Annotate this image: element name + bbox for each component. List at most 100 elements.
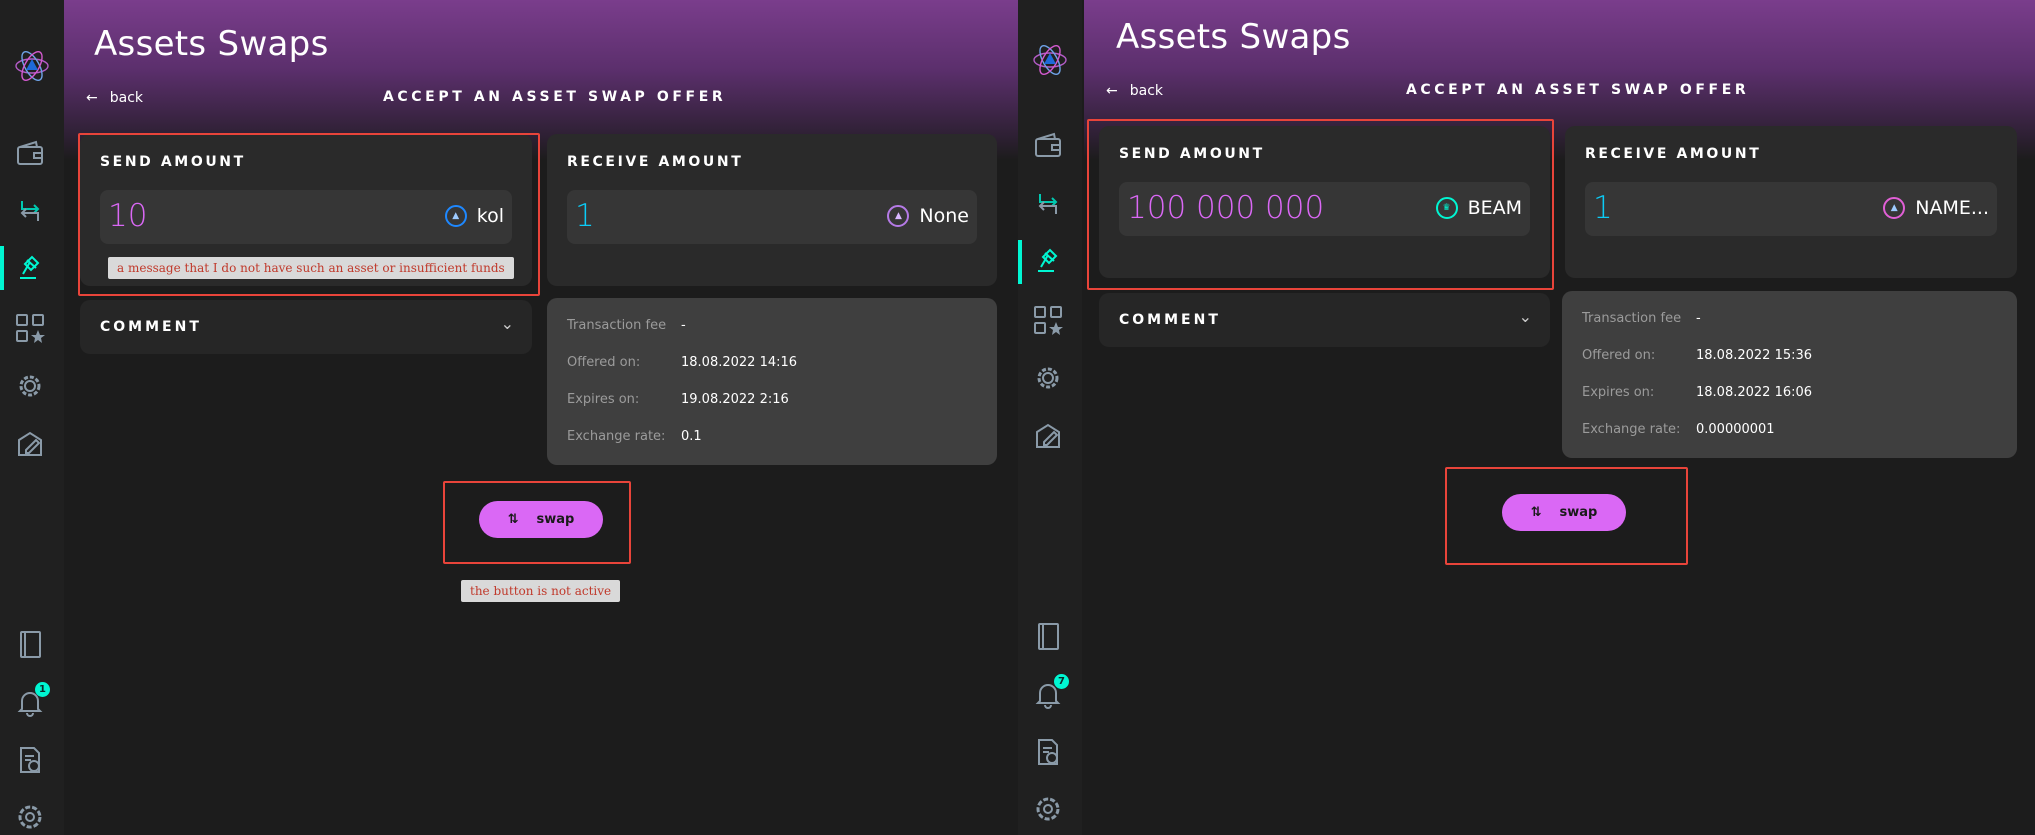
send-asset-selector[interactable]: ▲ kol [444,205,504,227]
section-title: ACCEPT AN ASSET SWAP OFFER [1406,82,1750,98]
offered-value: 18.08.2022 15:36 [1696,348,1813,363]
comment-label: COMMENT [1119,312,1221,328]
expires-on-row: Expires on: 18.08.2022 16:06 [1582,385,1812,400]
section-title: ACCEPT AN ASSET SWAP OFFER [383,89,727,105]
address-book-icon[interactable] [1032,620,1064,652]
wallet-icon[interactable] [14,138,46,170]
comment-section[interactable]: COMMENT ⌄ [1099,293,1550,347]
offered-on-row: Offered on: 18.08.2022 15:36 [1582,348,1812,363]
transaction-fee-row: Transaction fee - [1582,311,1701,326]
settings-gear-icon[interactable] [14,370,46,402]
rate-value: 0.1 [681,429,702,444]
exchange-rate-row: Exchange rate: 0.1 [567,429,702,444]
main-content: Assets Swaps ← back ACCEPT AN ASSET SWAP… [64,0,1018,835]
receive-amount-card: RECEIVE AMOUNT 1 ▲ NAME... [1565,126,2017,278]
wallet-icon[interactable] [1032,130,1064,162]
fee-value: - [1696,311,1701,326]
beam-asset-icon: ♛ [1435,197,1458,219]
send-amount-input[interactable]: 10 ▲ kol [100,190,512,244]
exchange-rate-row: Exchange rate: 0.00000001 [1582,422,1775,437]
asset-icon: ▲ [887,205,910,227]
chevron-down-icon: ⌄ [500,314,514,333]
expires-value: 19.08.2022 2:16 [681,392,789,407]
transactions-icon[interactable] [14,195,46,227]
main-content: Assets Swaps ← back ACCEPT AN ASSET SWAP… [1084,0,2035,835]
logo-icon[interactable] [1030,40,1070,80]
send-amount-value: 100 000 000 [1127,190,1325,226]
send-asset-selector[interactable]: ♛ BEAM [1435,197,1522,219]
annotation-note-button: the button is not active [461,580,621,602]
receive-amount-input[interactable]: 1 ▲ NAME... [1585,182,1997,236]
swap-label: swap [536,512,575,527]
dapps-icon[interactable] [14,312,46,344]
receive-amount-input[interactable]: 1 ▲ None [567,190,977,244]
receive-amount-label: RECEIVE AMOUNT [567,154,744,170]
rate-label: Exchange rate: [567,429,666,444]
send-amount-label: SEND AMOUNT [1119,146,1265,162]
receive-asset-name: NAME... [1915,197,1989,219]
transactions-icon[interactable] [1032,188,1064,220]
back-button[interactable]: ← back [86,90,143,106]
swap-button[interactable]: ⇅ swap [1502,494,1626,531]
settings-icon[interactable] [1032,793,1064,825]
fee-label: Transaction fee [1582,311,1682,326]
receive-amount-label: RECEIVE AMOUNT [1585,146,1762,162]
dapp-editor-icon[interactable] [1032,420,1064,452]
comment-label: COMMENT [100,319,202,335]
settings-icon[interactable] [14,801,46,833]
offer-details-panel: Transaction fee - Offered on: 18.08.2022 1… [547,298,997,465]
asset-swap-icon[interactable] [1032,245,1064,277]
send-amount-input[interactable]: 100 000 000 ♛ BEAM [1119,182,1530,236]
logo-icon[interactable] [12,46,52,86]
asset-icon: ▲ [1883,197,1906,219]
back-label: back [109,90,144,106]
send-asset-name: BEAM [1467,197,1522,219]
sidebar: 7 [1018,0,1082,835]
sidebar: 1 [0,0,64,835]
comment-section[interactable]: COMMENT ⌄ [80,300,532,354]
receive-asset-name: None [919,205,969,227]
send-amount-label: SEND AMOUNT [100,154,246,170]
expires-label: Expires on: [1582,385,1655,400]
help-docs-icon[interactable] [1032,736,1064,768]
screenshot-composite: 1 Assets Swaps ← back ACCEPT AN ASSET SW… [0,0,2035,835]
active-nav-indicator [1018,240,1022,284]
settings-gear-icon[interactable] [1032,362,1064,394]
active-nav-indicator [0,246,4,290]
receive-asset-selector[interactable]: ▲ NAME... [1883,197,1989,219]
dapps-icon[interactable] [1032,304,1064,336]
help-docs-icon[interactable] [14,744,46,776]
swap-arrows-icon: ⇅ [1530,505,1542,520]
offered-value: 18.08.2022 14:16 [681,355,798,370]
dapp-editor-icon[interactable] [14,428,46,460]
offered-label: Offered on: [1582,348,1656,363]
back-label: back [1129,83,1164,99]
left-screen: 1 Assets Swaps ← back ACCEPT AN ASSET SW… [0,0,1018,835]
expires-on-row: Expires on: 19.08.2022 2:16 [567,392,789,407]
asset-icon: ▲ [444,205,467,227]
send-amount-value: 10 [108,198,148,234]
back-button[interactable]: ← back [1106,83,1163,99]
transaction-fee-row: Transaction fee - [567,318,686,333]
chevron-down-icon: ⌄ [1518,307,1532,326]
back-arrow-icon: ← [1106,83,1118,99]
swap-arrows-icon: ⇅ [507,512,519,527]
rate-value: 0.00000001 [1696,422,1775,437]
page-title: Assets Swaps [94,24,329,64]
notification-badge: 1 [35,682,50,697]
receive-asset-selector[interactable]: ▲ None [887,205,969,227]
expires-value: 18.08.2022 16:06 [1696,385,1813,400]
swap-label: swap [1559,505,1598,520]
swap-button[interactable]: ⇅ swap [479,501,603,538]
address-book-icon[interactable] [14,628,46,660]
offer-details-panel: Transaction fee - Offered on: 18.08.2022 1… [1562,291,2017,458]
page-title: Assets Swaps [1116,17,1351,57]
right-screen: 7 Assets Swaps ← back ACCEPT AN ASSET SW… [1018,0,2035,835]
expires-label: Expires on: [567,392,640,407]
send-asset-name: kol [476,205,504,227]
annotation-note-send: a message that I do not have such an ass… [108,257,514,279]
offered-label: Offered on: [567,355,641,370]
asset-swap-icon[interactable] [14,252,46,284]
receive-amount-value: 1 [1593,190,1613,226]
receive-amount-card: RECEIVE AMOUNT 1 ▲ None [547,134,997,286]
